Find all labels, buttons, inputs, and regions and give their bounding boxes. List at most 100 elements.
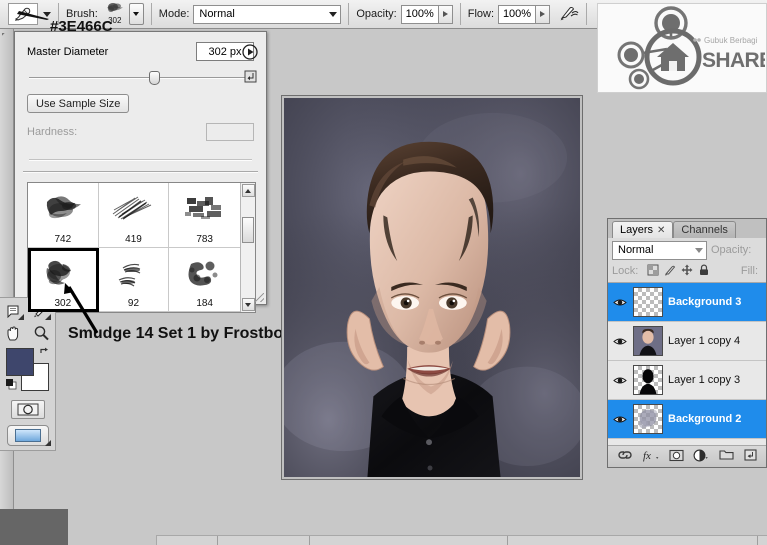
- flow-input[interactable]: 100%: [498, 4, 537, 24]
- scrollbar-thumb[interactable]: [242, 216, 254, 243]
- tab-channels[interactable]: Channels: [673, 221, 736, 238]
- layer-blend-mode-value: Normal: [618, 244, 654, 256]
- panel-tab-bar: Layers ✕ Channels: [608, 219, 766, 238]
- zoom-tool[interactable]: [29, 323, 53, 344]
- layer-opacity-label: Opacity:: [711, 244, 752, 256]
- layer-style-fx-icon[interactable]: fx: [643, 449, 659, 465]
- logo-tagline-text: Gubuk Berbagi: [704, 36, 758, 45]
- foreground-color-swatch[interactable]: [6, 348, 34, 376]
- lock-row: Lock: Fill:: [608, 262, 766, 282]
- fill-label: Fill:: [740, 265, 758, 277]
- hardness-slider: [29, 153, 252, 167]
- layer-name: Layer 1 copy 3: [668, 374, 741, 386]
- hardness-label: Hardness:: [27, 126, 78, 138]
- lock-position-icon[interactable]: [681, 264, 693, 279]
- adjustment-layer-icon[interactable]: [693, 449, 709, 465]
- layer-thumbnail[interactable]: [633, 326, 663, 356]
- swap-colors-icon[interactable]: [39, 346, 51, 361]
- tools-panel: [0, 297, 56, 451]
- layer-name: Background 3: [668, 296, 742, 308]
- sharehovel-logo: SHAREHOVEL Gubuk Berbagi: [597, 3, 767, 93]
- blend-mode-select[interactable]: Normal: [193, 4, 342, 24]
- divider: [348, 3, 350, 25]
- tab-layers[interactable]: Layers ✕: [612, 221, 674, 238]
- brush-grid-scrollbar[interactable]: [240, 183, 255, 312]
- brush-preset-cell[interactable]: 92: [98, 247, 170, 312]
- annotation-arrow-icon: [64, 283, 99, 334]
- layer-mask-icon[interactable]: [669, 449, 684, 465]
- opacity-input[interactable]: 100%: [400, 4, 439, 24]
- table-row[interactable]: Layer 1 copy 4: [608, 322, 766, 361]
- brush-preset-label: 783: [196, 233, 213, 245]
- panel-menu-icon[interactable]: [242, 44, 258, 63]
- use-sample-size-button[interactable]: Use Sample Size: [27, 94, 130, 113]
- lock-image-icon[interactable]: [664, 264, 676, 279]
- airbrush-icon[interactable]: [558, 4, 580, 25]
- preset-manager-icon[interactable]: [244, 70, 257, 86]
- new-layer-icon[interactable]: [744, 449, 757, 464]
- new-group-icon[interactable]: [719, 449, 734, 464]
- divider: [459, 3, 461, 25]
- annotation-color-pointer-icon: [17, 11, 49, 20]
- lock-all-icon[interactable]: [698, 264, 710, 279]
- lock-transparent-icon[interactable]: [647, 264, 659, 279]
- chevron-down-icon: [329, 11, 338, 17]
- quick-mask-icon[interactable]: [10, 400, 45, 419]
- layers-footer-toolbar: fx: [608, 446, 766, 467]
- table-row[interactable]: Background 3: [608, 283, 766, 322]
- brush-preset-cell[interactable]: 184: [169, 247, 240, 312]
- brush-preset-picker-panel: Master Diameter 302 px Use Sample Size H…: [14, 31, 267, 313]
- eye-icon[interactable]: [612, 297, 628, 308]
- brush-preset-label: 742: [54, 233, 72, 245]
- canvas-artwork[interactable]: [284, 98, 580, 477]
- layers-panel: Layers ✕ Channels Normal Opacity: Lock:: [607, 218, 767, 468]
- chevron-down-icon: [695, 247, 703, 253]
- master-diameter-label: Master Diameter: [27, 45, 109, 58]
- eye-icon[interactable]: [612, 375, 628, 386]
- hand-tool[interactable]: [2, 323, 26, 344]
- layer-blend-mode-select[interactable]: Normal: [612, 240, 707, 260]
- tab-channels-label: Channels: [681, 224, 728, 236]
- notes-tool[interactable]: [2, 301, 26, 322]
- brush-preset-cell[interactable]: 419: [98, 183, 170, 248]
- brush-preset-cell[interactable]: 742: [28, 183, 99, 248]
- layer-thumbnail[interactable]: [633, 287, 663, 317]
- brush-preset-label: 419: [125, 233, 142, 245]
- layer-thumbnail[interactable]: [633, 365, 663, 395]
- opacity-control[interactable]: 100%: [400, 4, 453, 24]
- house-network-icon: SHAREHOVEL Gubuk Berbagi: [617, 6, 765, 90]
- link-layers-icon[interactable]: [617, 449, 633, 464]
- blend-mode-row: Normal Opacity:: [608, 238, 766, 262]
- divider: [150, 3, 152, 25]
- flow-slider-arrow-icon[interactable]: [536, 4, 551, 24]
- mode-label: Mode:: [158, 8, 190, 20]
- flow-label: Flow:: [467, 8, 495, 20]
- layer-thumbnail[interactable]: [633, 404, 663, 434]
- brush-preset-label: 184: [196, 298, 213, 309]
- opacity-slider-arrow-icon[interactable]: [438, 4, 453, 24]
- workspace-bottom: [68, 509, 767, 545]
- flow-control[interactable]: 100%: [498, 4, 551, 24]
- panel-resize-grip[interactable]: [255, 293, 264, 302]
- layer-list[interactable]: Background 3 Layer 1 copy 4 Layer 1 copy…: [608, 282, 766, 446]
- screen-mode-icon[interactable]: [6, 425, 49, 446]
- brush-preset-cell[interactable]: 783: [169, 183, 240, 248]
- master-diameter-slider[interactable]: [29, 71, 252, 85]
- screen-mode-button[interactable]: [0, 425, 55, 446]
- color-swatches: [6, 346, 52, 392]
- brush-preset-picker-button[interactable]: [128, 3, 144, 25]
- document-window[interactable]: [281, 95, 583, 480]
- eye-icon[interactable]: [612, 414, 628, 425]
- background-window-edge[interactable]: [156, 535, 767, 545]
- table-row[interactable]: Background 2: [608, 400, 766, 439]
- scroll-up-arrow-icon[interactable]: [241, 184, 255, 197]
- table-row[interactable]: Layer 1 copy 3: [608, 361, 766, 400]
- lock-label: Lock:: [612, 265, 639, 277]
- eye-icon[interactable]: [612, 336, 628, 347]
- scroll-down-arrow-icon[interactable]: [241, 298, 255, 311]
- opacity-label: Opacity:: [356, 8, 397, 20]
- default-colors-icon[interactable]: [6, 379, 17, 390]
- close-icon[interactable]: ✕: [657, 225, 665, 236]
- panel-grip[interactable]: [2, 33, 11, 42]
- hardness-input: [206, 123, 254, 141]
